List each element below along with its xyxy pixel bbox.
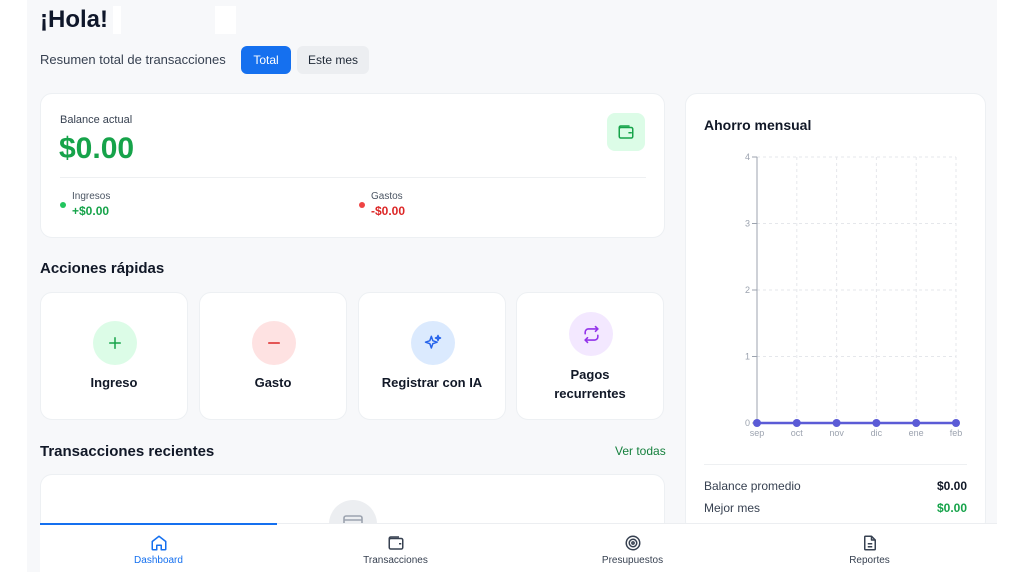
x-tick-label: nov [829, 428, 844, 438]
bottom-nav: Dashboard Transacciones Presupuestos Rep… [40, 523, 997, 572]
repeat-icon [569, 312, 613, 356]
avg-balance-value: $0.00 [936, 479, 967, 493]
wallet-icon [388, 536, 403, 550]
x-tick-label: oct [791, 428, 804, 438]
expense-label: Gastos [371, 191, 403, 202]
savings-chart: 0 1 2 3 4 sep oct nov dic ene feb [745, 152, 963, 438]
best-month-label: Mejor mes [704, 501, 761, 515]
plus-icon [93, 321, 137, 365]
add-expense-button[interactable]: Gasto [199, 292, 347, 420]
nav-budgets-label: Presupuestos [601, 555, 664, 566]
nav-transactions-label: Transacciones [363, 555, 428, 566]
greeting: ¡Hola! [40, 6, 108, 33]
data-point [832, 419, 841, 427]
data-point [952, 419, 960, 427]
register-ai-label: Registrar con IA [381, 375, 483, 390]
recurring-payments-button[interactable]: Pagos recurrentes [516, 292, 664, 420]
expense-value: -$0.00 [371, 204, 406, 218]
nav-budgets[interactable]: Presupuestos [514, 524, 751, 572]
expense-dot [359, 202, 365, 208]
data-point [872, 419, 881, 427]
avg-balance-label: Balance promedio [704, 479, 801, 493]
summary-subtitle: Resumen total de transacciones [40, 52, 226, 67]
balance-divider [60, 177, 646, 178]
x-tick-label: sep [750, 428, 765, 438]
data-point [753, 419, 761, 427]
data-point [912, 419, 921, 427]
register-ai-button[interactable]: Registrar con IA [358, 292, 506, 420]
home-icon [151, 535, 166, 551]
recurring-payments-label: Pagos recurrentes [554, 367, 626, 401]
balance-label: Balance actual [60, 114, 133, 126]
best-month-value: $0.00 [936, 501, 967, 515]
quick-actions-title: Acciones rápidas [40, 260, 165, 277]
balance-card: Balance actual $0.00 Ingresos +$0.00 Gas… [40, 93, 665, 238]
nav-transactions[interactable]: Transacciones [277, 524, 514, 572]
target-icon [625, 535, 640, 551]
y-tick-label: 2 [745, 285, 750, 295]
income-dot [60, 202, 66, 208]
nav-dashboard[interactable]: Dashboard [40, 524, 277, 572]
add-expense-label: Gasto [254, 375, 292, 390]
y-tick-label: 1 [745, 352, 750, 362]
balance-value: $0.00 [59, 132, 135, 165]
redaction-block [113, 6, 121, 34]
y-tick-label: 3 [745, 219, 750, 229]
recent-transactions-title: Transacciones recientes [40, 443, 215, 460]
filter-total-button[interactable]: Total [241, 46, 291, 74]
sparkle-icon [411, 321, 455, 365]
avg-balance-row: Balance promedio $0.00 [704, 479, 967, 493]
wallet-icon [607, 113, 645, 151]
x-tick-label: dic [871, 428, 883, 438]
document-icon [863, 535, 876, 551]
y-tick-label: 4 [745, 152, 750, 162]
add-income-button[interactable]: Ingreso [40, 292, 188, 420]
nav-reports[interactable]: Reportes [751, 524, 988, 572]
nav-reports-label: Reportes [849, 555, 890, 566]
best-month-row: Mejor mes $0.00 [704, 501, 967, 515]
data-point [792, 419, 801, 427]
y-tick-label: 0 [745, 418, 750, 428]
nav-dashboard-label: Dashboard [134, 555, 183, 566]
add-income-label: Ingreso [90, 375, 138, 390]
minus-icon [252, 321, 296, 365]
redaction-block [215, 6, 236, 34]
x-tick-label: ene [909, 428, 924, 438]
x-tick-label: feb [950, 428, 963, 438]
income-value: +$0.00 [72, 204, 110, 218]
monthly-savings-card: Ahorro mensual 0 1 2 3 4 sep oct nov dic ene feb B… [685, 93, 986, 533]
filter-this-month-button[interactable]: Este mes [297, 46, 369, 74]
see-all-link[interactable]: Ver todas [615, 444, 666, 458]
income-label: Ingresos [72, 191, 111, 202]
savings-divider [704, 464, 967, 465]
